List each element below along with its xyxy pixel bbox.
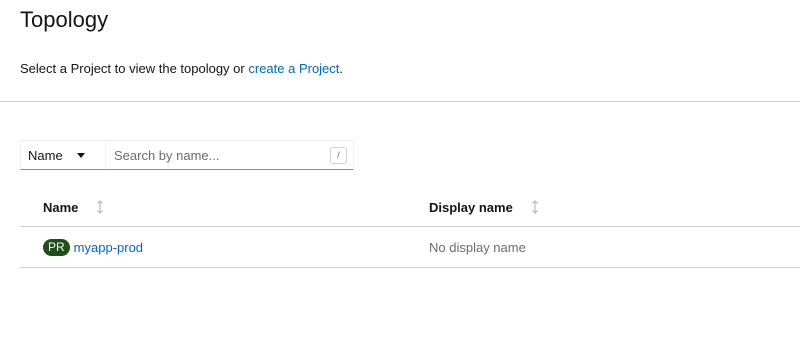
projects-table: Name Display name PR myapp-prod No displ… (20, 188, 800, 268)
header-divider (0, 101, 800, 102)
column-header-display-name[interactable]: Display name (429, 200, 800, 215)
filter-toolbar: Name / (20, 140, 354, 170)
create-project-link[interactable]: create a Project (248, 61, 339, 76)
cell-display-name: No display name (429, 239, 526, 255)
page-title: Topology (20, 7, 109, 32)
sort-icon (96, 200, 104, 214)
filter-type-label: Name (28, 147, 63, 163)
column-header-label: Name (43, 199, 79, 215)
table-row: PR myapp-prod No display name (20, 227, 800, 268)
keyboard-shortcut-hint: / (330, 147, 347, 164)
column-header-label: Display name (429, 199, 513, 215)
filter-type-dropdown[interactable]: Name (20, 140, 106, 170)
project-link[interactable]: myapp-prod (74, 240, 143, 255)
sort-icon (531, 200, 539, 214)
subtitle-suffix: . (339, 61, 344, 76)
subtitle-text: Select a Project to view the topology or (20, 61, 249, 76)
table-header: Name Display name (20, 188, 800, 227)
page-subtitle: Select a Project to view the topology or… (20, 60, 343, 78)
project-badge: PR (43, 238, 70, 256)
search-input[interactable] (106, 141, 353, 169)
search-field: / (106, 140, 354, 170)
caret-down-icon (76, 152, 85, 158)
column-header-name[interactable]: Name (20, 200, 429, 215)
cell-name: PR myapp-prod (20, 238, 429, 256)
topology-page: Topology Select a Project to view the to… (0, 0, 800, 344)
